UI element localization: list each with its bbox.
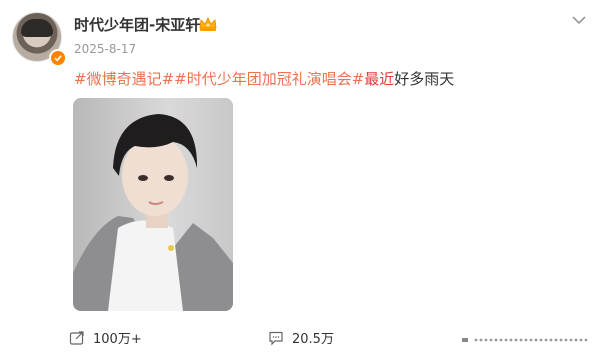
comment-button[interactable]: 20.5万 bbox=[268, 328, 334, 347]
post-date[interactable]: 2025-8-17 bbox=[74, 42, 136, 56]
username[interactable]: 时代少年团-宋亚轩 bbox=[74, 14, 200, 35]
hot-word-link[interactable]: 最近 bbox=[364, 70, 394, 88]
topic-tag[interactable]: #微博奇遇记# bbox=[74, 70, 174, 88]
avatar-hair bbox=[21, 19, 53, 37]
post-body-text: 好多雨天 bbox=[394, 70, 455, 88]
post-photo[interactable] bbox=[73, 98, 233, 311]
share-icon bbox=[69, 330, 84, 345]
repost-button[interactable]: 100万+ bbox=[69, 328, 142, 347]
chevron-down-icon[interactable] bbox=[571, 14, 587, 26]
topic-tag[interactable]: #时代少年团加冠礼演唱会# bbox=[174, 70, 364, 88]
comment-count: 20.5万 bbox=[292, 332, 334, 347]
crown-icon[interactable] bbox=[198, 16, 218, 32]
post-text: #微博奇遇记##时代少年团加冠礼演唱会#最近好多雨天 bbox=[74, 68, 454, 89]
repost-count: 100万+ bbox=[93, 332, 142, 347]
verified-badge-icon bbox=[49, 49, 67, 67]
comment-icon bbox=[269, 331, 283, 345]
like-button[interactable] bbox=[462, 336, 592, 344]
